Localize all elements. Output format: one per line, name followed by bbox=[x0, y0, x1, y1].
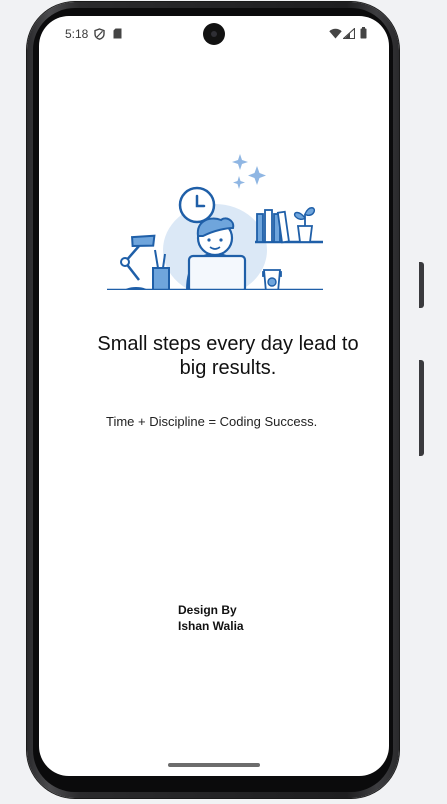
bookshelf-icon bbox=[255, 207, 323, 244]
coffee-cup-icon bbox=[262, 269, 282, 290]
credit-label: Design By bbox=[178, 603, 237, 617]
sparkle-icon bbox=[232, 154, 266, 189]
design-credit: Design By Ishan Walia bbox=[178, 602, 244, 634]
signal-icon bbox=[343, 28, 355, 39]
person-at-desk-illustration bbox=[107, 154, 323, 290]
volume-button[interactable] bbox=[419, 360, 424, 456]
front-camera bbox=[203, 23, 225, 45]
motivational-quote: Small steps every day lead to big result… bbox=[97, 333, 359, 379]
subtitle-text: Time + Discipline = Coding Success. bbox=[106, 414, 318, 429]
battery-icon bbox=[360, 27, 367, 39]
app-screen: 5:18 Small steps every day lead to big r… bbox=[39, 16, 389, 776]
status-time: 5:18 bbox=[65, 27, 89, 41]
laptop-icon bbox=[187, 254, 247, 290]
power-button[interactable] bbox=[419, 262, 424, 308]
sim-card-icon bbox=[113, 28, 122, 39]
status-bar: 5:18 bbox=[39, 16, 389, 52]
shield-icon bbox=[94, 28, 105, 40]
home-indicator[interactable] bbox=[168, 763, 260, 767]
device-stage: 5:18 Small steps every day lead to big r… bbox=[0, 0, 447, 804]
wifi-icon bbox=[329, 28, 342, 39]
credit-author: Ishan Walia bbox=[178, 619, 244, 633]
clock-icon bbox=[178, 186, 216, 224]
